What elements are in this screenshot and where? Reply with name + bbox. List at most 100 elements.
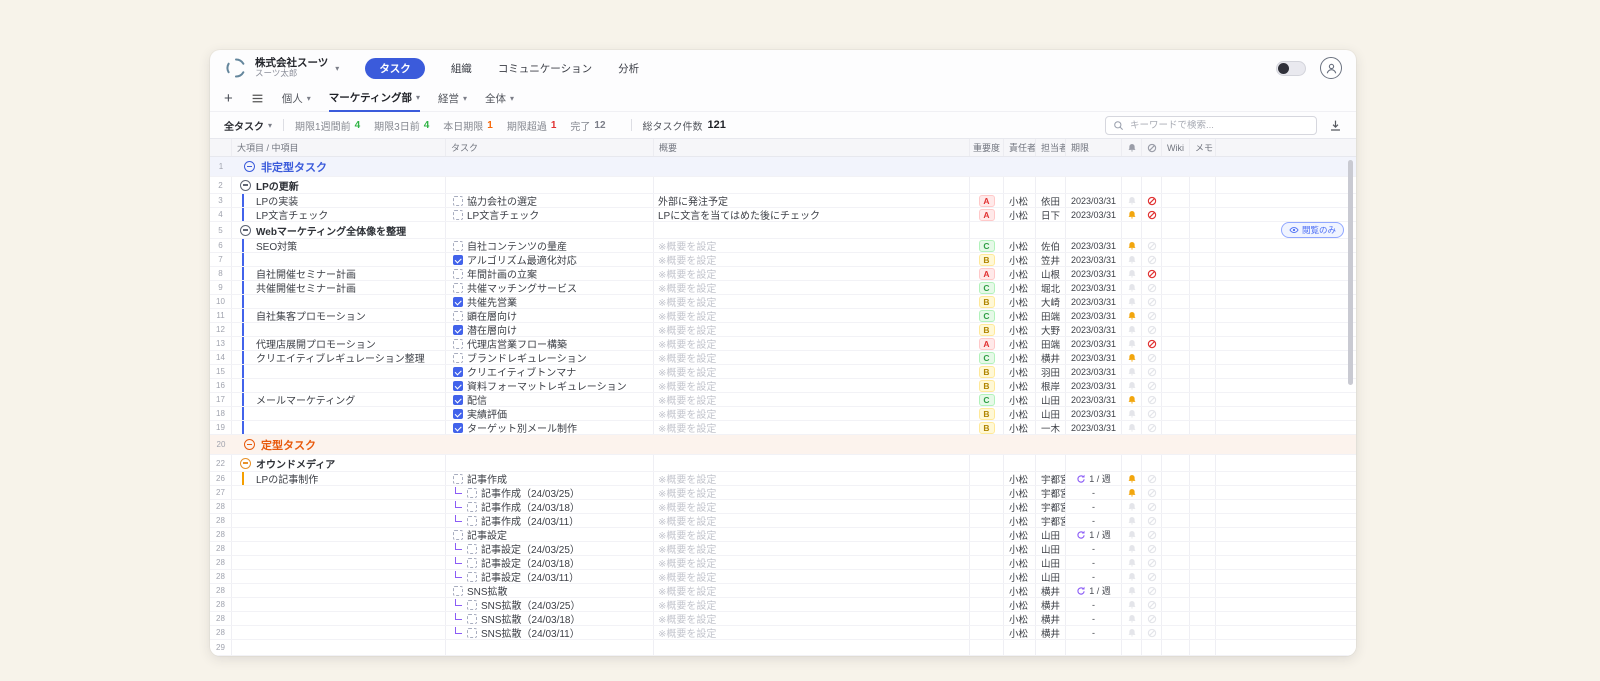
summary-cell[interactable]: ※概要を設定 (654, 570, 970, 583)
bell-cell[interactable] (1122, 177, 1142, 193)
tab-all[interactable]: 全体 ▾ (485, 86, 514, 112)
bell-cell[interactable] (1122, 612, 1142, 625)
task-cell[interactable]: アルゴリズム最適化対応 (446, 253, 654, 266)
wiki-cell[interactable] (1162, 542, 1190, 555)
bell-cell[interactable] (1122, 570, 1142, 583)
wiki-cell[interactable] (1162, 514, 1190, 527)
bell-cell[interactable] (1122, 323, 1142, 336)
noedit-cell[interactable] (1142, 222, 1162, 238)
task-checkbox[interactable] (453, 325, 463, 335)
bell-cell[interactable] (1122, 472, 1142, 485)
bell-cell[interactable] (1122, 239, 1142, 252)
memo-cell[interactable] (1190, 514, 1216, 527)
wiki-cell[interactable] (1162, 194, 1190, 207)
wiki-cell[interactable] (1162, 421, 1190, 434)
task-cell[interactable]: 記事作成（24/03/25） (446, 486, 654, 499)
noedit-cell[interactable] (1142, 626, 1162, 639)
task-checkbox[interactable] (453, 353, 463, 363)
table-row[interactable]: 29 (210, 640, 1356, 656)
memo-cell[interactable] (1190, 295, 1216, 308)
noedit-cell[interactable] (1142, 584, 1162, 597)
table-row[interactable]: 28 記事設定（24/03/11） ※概要を設定 小松 山田 (210, 570, 1356, 584)
wiki-cell[interactable] (1162, 584, 1190, 597)
task-cell[interactable]: 資料フォーマットレギュレーション (446, 379, 654, 392)
bell-cell[interactable] (1122, 351, 1142, 364)
task-cell[interactable] (446, 177, 654, 193)
summary-cell[interactable]: ※概要を設定 (654, 393, 970, 406)
wiki-cell[interactable] (1162, 281, 1190, 294)
task-cell[interactable] (446, 455, 654, 471)
table-row[interactable]: 15 クリエイティブトンマナ ※概要を設定 B 小松 羽田 (210, 365, 1356, 379)
table-row[interactable]: 28 SNS拡散 ※概要を設定 小松 横井 (210, 584, 1356, 598)
wiki-cell[interactable] (1162, 309, 1190, 322)
task-cell[interactable]: SNS拡散（24/03/11） (446, 626, 654, 639)
wiki-cell[interactable] (1162, 486, 1190, 499)
wiki-cell[interactable] (1162, 500, 1190, 513)
noedit-cell[interactable] (1142, 640, 1162, 655)
task-cell[interactable]: SNS拡散（24/03/18） (446, 612, 654, 625)
task-checkbox[interactable] (467, 628, 477, 638)
bell-cell[interactable] (1122, 157, 1142, 176)
task-checkbox[interactable] (453, 241, 463, 251)
memo-cell[interactable] (1190, 407, 1216, 420)
wiki-cell[interactable] (1162, 239, 1190, 252)
task-cell[interactable]: 実績評価 (446, 407, 654, 420)
memo-cell[interactable] (1190, 455, 1216, 471)
noedit-cell[interactable] (1142, 365, 1162, 378)
memo-cell[interactable] (1190, 222, 1216, 238)
wiki-cell[interactable] (1162, 556, 1190, 569)
task-checkbox[interactable] (453, 474, 463, 484)
wiki-cell[interactable] (1162, 598, 1190, 611)
table-row[interactable]: 12 潜在層向け ※概要を設定 B 小松 大野 (210, 323, 1356, 337)
wiki-cell[interactable] (1162, 472, 1190, 485)
add-button[interactable]: + (224, 91, 233, 106)
wiki-cell[interactable] (1162, 157, 1190, 176)
summary-cell[interactable] (654, 455, 970, 471)
bell-cell[interactable] (1122, 640, 1142, 655)
noedit-cell[interactable] (1142, 455, 1162, 471)
table-row[interactable]: 28 記事設定（24/03/25） ※概要を設定 小松 山田 (210, 542, 1356, 556)
memo-cell[interactable] (1190, 281, 1216, 294)
noedit-cell[interactable] (1142, 239, 1162, 252)
noedit-cell[interactable] (1142, 500, 1162, 513)
bell-cell[interactable] (1122, 222, 1142, 238)
table-row[interactable]: 1 非定型タスク (210, 157, 1356, 177)
task-cell[interactable]: 共催マッチングサービス (446, 281, 654, 294)
table-row[interactable]: 6 SEO対策 自社コンテンツの量産 ※概要を設定 C 小松 佐伯 (210, 239, 1356, 253)
table-row[interactable]: 28 SNS拡散（24/03/25） ※概要を設定 小松 横井 (210, 598, 1356, 612)
wiki-cell[interactable] (1162, 351, 1190, 364)
summary-cell[interactable]: ※概要を設定 (654, 379, 970, 392)
task-cell[interactable] (446, 435, 654, 454)
summary-cell[interactable]: ※概要を設定 (654, 486, 970, 499)
memo-cell[interactable] (1190, 337, 1216, 350)
theme-toggle[interactable] (1276, 61, 1306, 76)
summary-cell[interactable]: LPに文言を当てはめた後にチェック (654, 208, 970, 221)
bell-cell[interactable] (1122, 393, 1142, 406)
memo-cell[interactable] (1190, 157, 1216, 176)
table-row[interactable]: 28 記事設定（24/03/18） ※概要を設定 小松 山田 (210, 556, 1356, 570)
task-cell[interactable]: 潜在層向け (446, 323, 654, 336)
wiki-cell[interactable] (1162, 393, 1190, 406)
memo-cell[interactable] (1190, 239, 1216, 252)
memo-cell[interactable] (1190, 640, 1216, 655)
download-icon[interactable] (1329, 119, 1342, 132)
summary-cell[interactable] (654, 177, 970, 193)
task-cell[interactable]: 共催先営業 (446, 295, 654, 308)
collapse-icon[interactable] (240, 225, 251, 236)
memo-cell[interactable] (1190, 379, 1216, 392)
bell-cell[interactable] (1122, 379, 1142, 392)
task-checkbox[interactable] (453, 283, 463, 293)
nav-organization[interactable]: 組織 (451, 61, 472, 76)
task-cell[interactable] (446, 157, 654, 176)
wiki-cell[interactable] (1162, 379, 1190, 392)
memo-cell[interactable] (1190, 208, 1216, 221)
table-row[interactable]: 2 LPの更新 (210, 177, 1356, 194)
stat-due-1week[interactable]: 期限1週間前 4 (295, 118, 360, 133)
task-cell[interactable]: ブランドレギュレーション (446, 351, 654, 364)
wiki-cell[interactable] (1162, 323, 1190, 336)
task-cell[interactable]: 年間計画の立案 (446, 267, 654, 280)
task-cell[interactable]: 記事設定（24/03/18） (446, 556, 654, 569)
task-cell[interactable]: LP文言チェック (446, 208, 654, 221)
workspace-switcher[interactable]: 株式会社スーツ スーツ太郎 ▾ (224, 56, 339, 80)
task-cell[interactable]: 顕在層向け (446, 309, 654, 322)
